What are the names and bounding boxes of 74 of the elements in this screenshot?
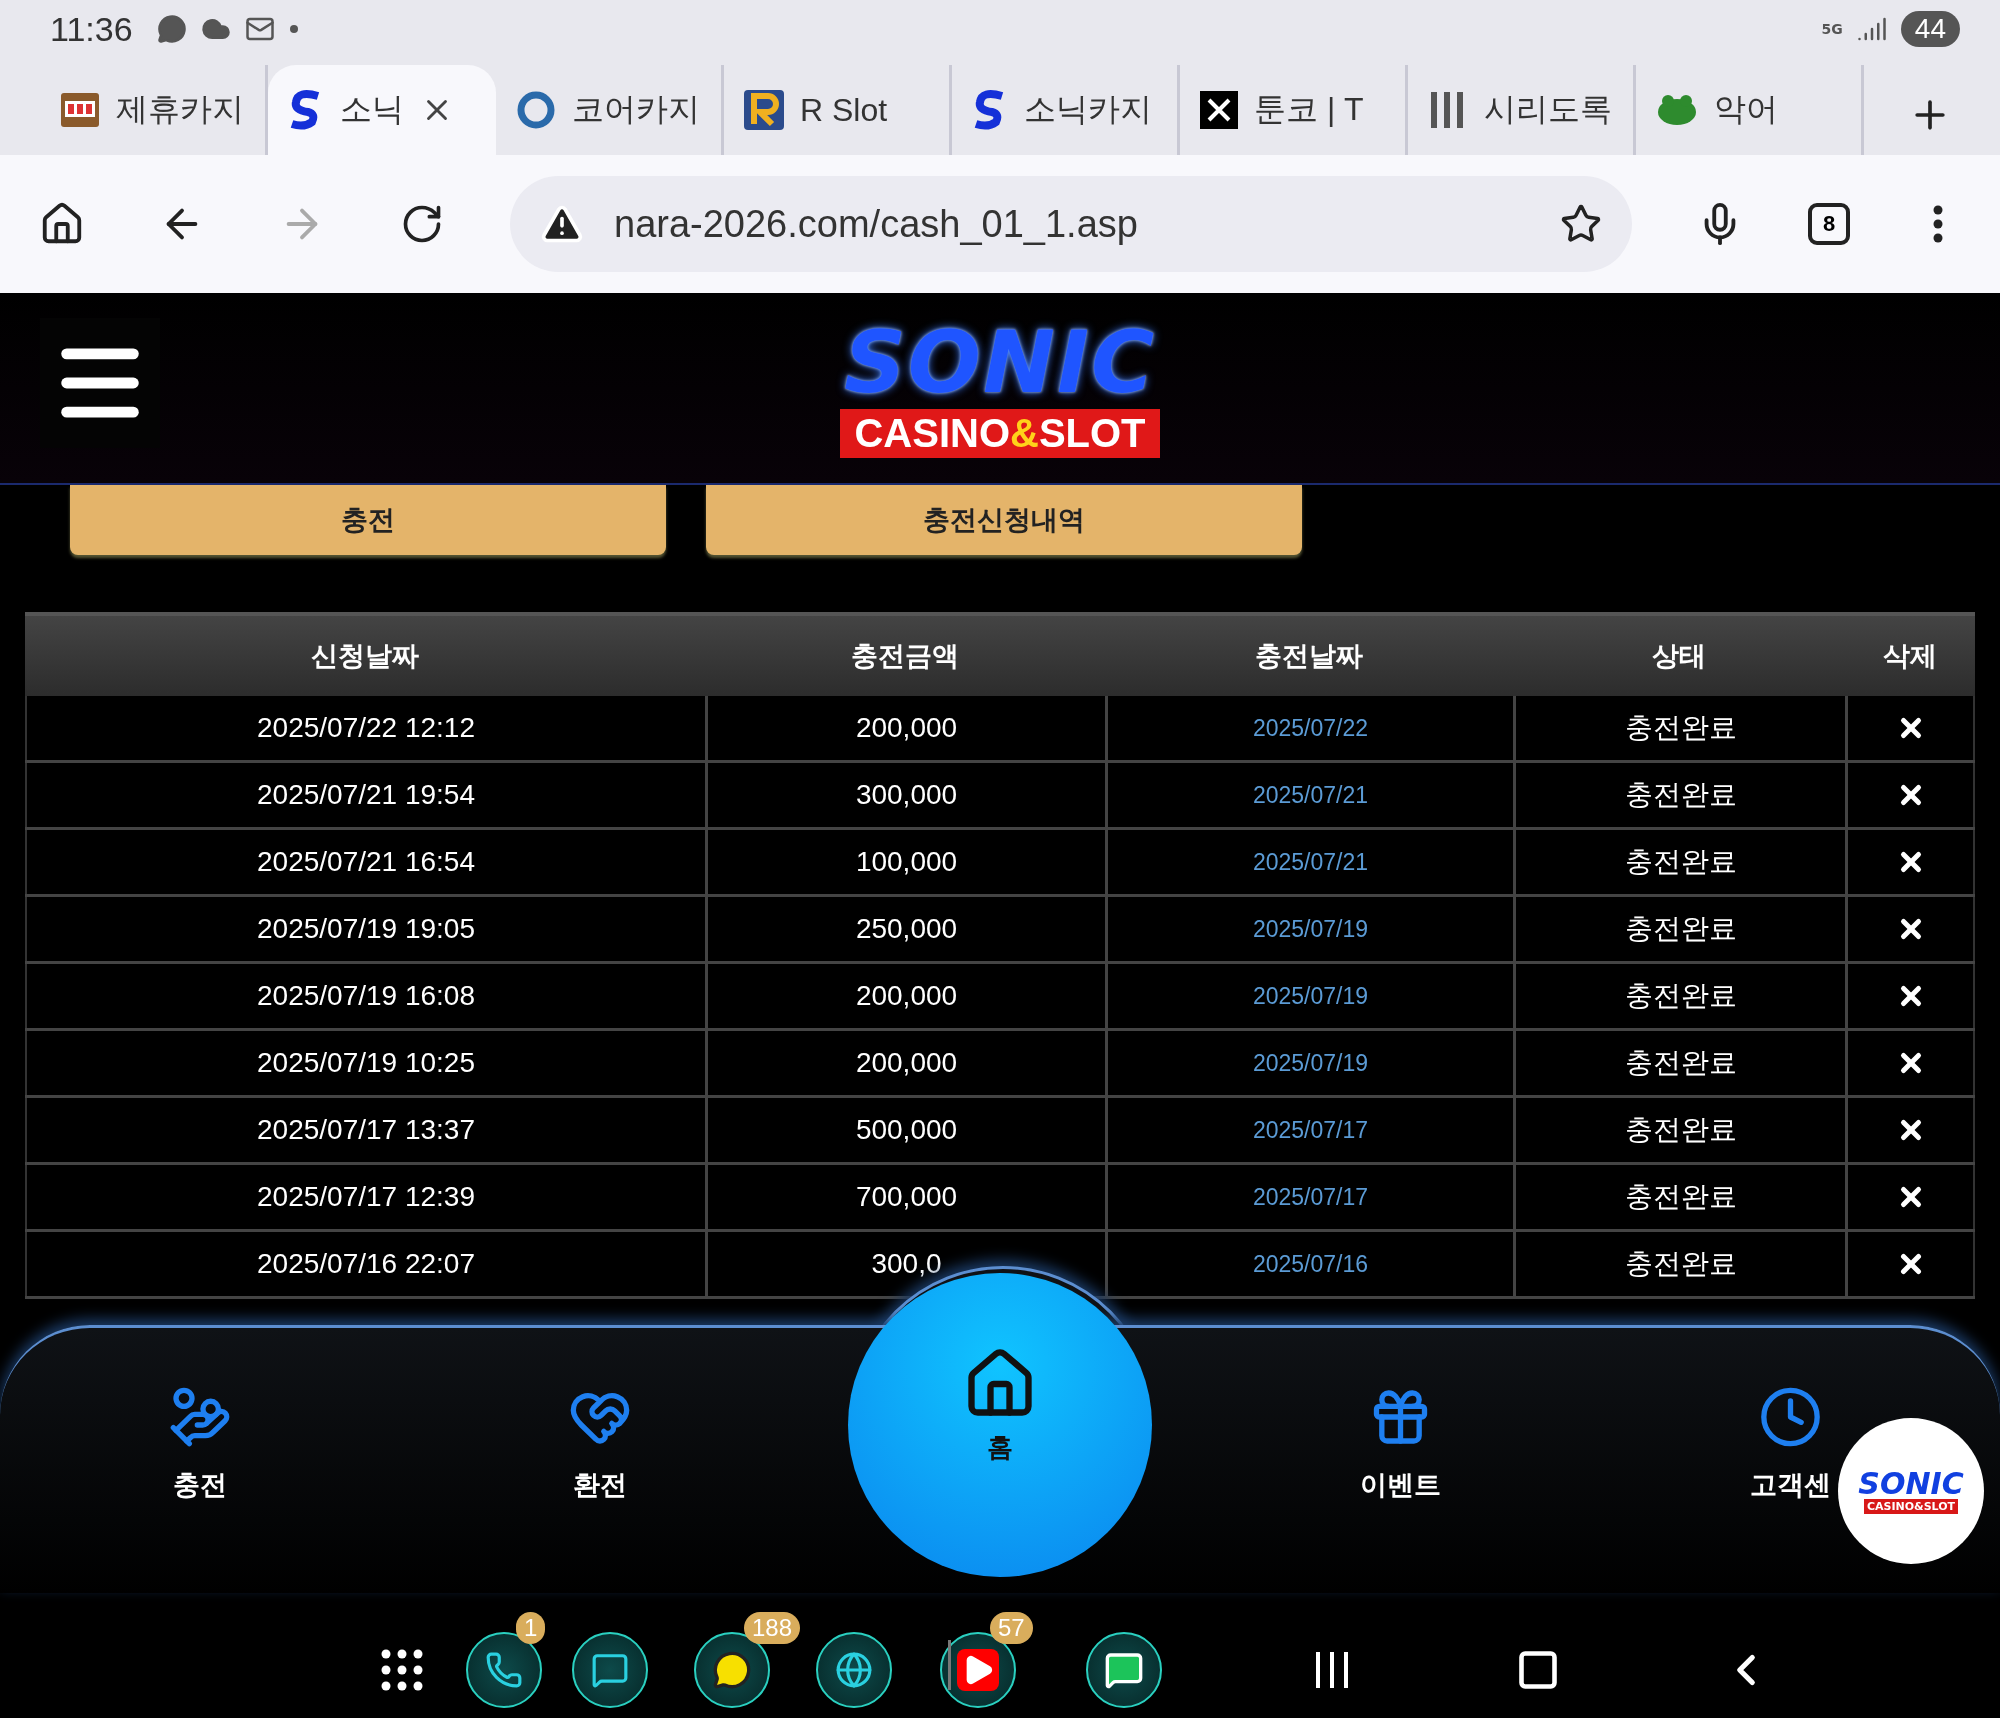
table-cell: 충전완료 [1513, 964, 1845, 1028]
table-cell: 2025/07/17 [1105, 1098, 1513, 1162]
play-icon [957, 1649, 999, 1691]
nav-item[interactable]: 고객센 [1749, 1385, 1831, 1503]
hand-coin-icon [168, 1385, 232, 1449]
logo-title: SONIC [843, 318, 1157, 405]
table-cell: 2025/07/22 12:12 [25, 696, 705, 760]
table-cell: 100,000 [705, 830, 1105, 894]
table-cell: 300,000 [705, 763, 1105, 827]
table-cell: 250,000 [705, 897, 1105, 961]
column-header: 충전금액 [850, 639, 960, 673]
ring-icon [516, 90, 556, 130]
dot-icon [288, 24, 299, 34]
table-cell: 2025/07/17 [1105, 1165, 1513, 1229]
table-cell: 충전완료 [1513, 830, 1845, 894]
notification-badge: 57 [990, 1612, 1033, 1644]
table-cell: 2025/07/17 13:37 [25, 1098, 705, 1162]
speech-bubble-icon [1104, 1650, 1144, 1690]
tab-button[interactable]: 충전 [70, 485, 666, 555]
table-cell: 2025/07/19 10:25 [25, 1031, 705, 1095]
table-cell: 2025/07/16 22:07 [25, 1232, 705, 1296]
notification-badge: 188 [744, 1612, 801, 1644]
globe-icon [835, 1651, 873, 1689]
address-field[interactable]: nara-2026.com/cash_01_1.asp [510, 176, 1632, 272]
table-cell: 2025/07/17 12:39 [25, 1165, 705, 1229]
table-cell: 200,000 [705, 964, 1105, 1028]
column-header: 삭제 [1882, 639, 1938, 673]
star-icon[interactable] [1560, 203, 1602, 245]
phone-icon [485, 1651, 523, 1689]
letter-r-icon [744, 90, 784, 130]
battery-level: 44 [1900, 11, 1960, 47]
table-cell: 2025/07/19 [1105, 897, 1513, 961]
table-cell: 충전완료 [1513, 1098, 1845, 1162]
nav-item[interactable]: 환전 [568, 1385, 632, 1503]
table-cell: 500,000 [705, 1098, 1105, 1162]
x-icon [1200, 91, 1238, 129]
table-cell: 2025/07/19 [1105, 1031, 1513, 1095]
table-cell: 2025/07/21 [1105, 830, 1513, 894]
table-cell: 200,000 [705, 1031, 1105, 1095]
table-cell: 2025/07/21 19:54 [25, 763, 705, 827]
nav-item[interactable]: 이벤트 [1359, 1385, 1441, 1503]
table-cell: 충전완료 [1513, 1165, 1845, 1229]
notification-badge: 1 [516, 1612, 546, 1644]
clock-icon [1758, 1385, 1822, 1449]
table-cell: 2025/07/22 [1105, 696, 1513, 760]
browser-tab[interactable]: 소닉 [268, 65, 496, 155]
network-label: 5G [1821, 21, 1843, 37]
table-cell: 충전완료 [1513, 696, 1845, 760]
table-cell: 200,000 [705, 696, 1105, 760]
tab-count-button[interactable]: 8 [1808, 203, 1850, 245]
column-header: 신청날짜 [310, 639, 420, 673]
table-cell: 충전완료 [1513, 897, 1845, 961]
table-cell: 700,000 [705, 1165, 1105, 1229]
table-cell: 2025/07/19 [1105, 964, 1513, 1028]
talk-bubble-icon [712, 1650, 752, 1690]
table-cell: 2025/07/21 16:54 [25, 830, 705, 894]
table-cell: 2025/07/21 [1105, 763, 1513, 827]
chat-icon [591, 1651, 629, 1689]
nav-item[interactable]: 충전 [168, 1385, 232, 1503]
more-icon [1933, 205, 1943, 243]
table-cell: 충전완료 [1513, 763, 1845, 827]
slot-machine-icon [60, 92, 100, 128]
column-header: 충전날짜 [1254, 639, 1364, 673]
logo-subtitle: CASINO&SLOT [840, 408, 1160, 458]
table-cell: 2025/07/19 19:05 [25, 897, 705, 961]
frog-icon [1656, 92, 1698, 128]
status-time: 11:36 [50, 9, 133, 49]
tab-button[interactable]: 충전신청내역 [706, 485, 1302, 555]
square-icon [1516, 1648, 1560, 1692]
table-cell: 2025/07/19 16:08 [25, 964, 705, 1028]
table-cell: 충전완료 [1513, 1031, 1845, 1095]
column-header: 상태 [1651, 639, 1707, 673]
table-cell: 충전완료 [1513, 1232, 1845, 1296]
chat-bubble-icon [156, 14, 187, 44]
